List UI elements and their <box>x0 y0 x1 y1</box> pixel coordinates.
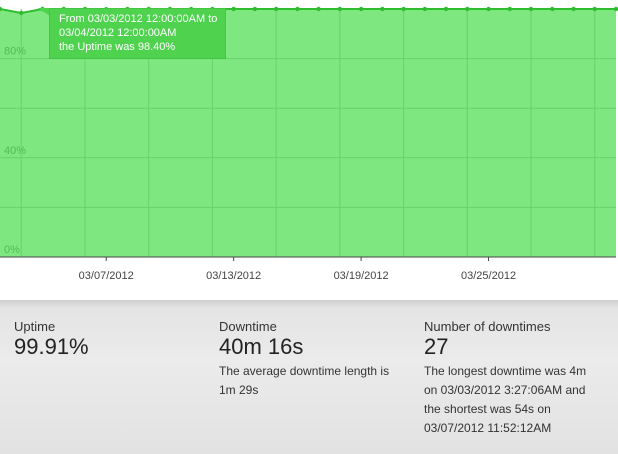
downtime-extremes-line-2: on 03/03/2012 3:27:06AM and <box>424 383 586 397</box>
downtime-extremes-line-1: The longest downtime was 4m <box>424 364 587 378</box>
x-tick-label: 03/19/2012 <box>334 270 389 282</box>
data-point <box>358 6 364 12</box>
stats-panel: Uptime 99.91% Downtime 40m 16s The avera… <box>0 300 618 454</box>
uptime-label: Uptime <box>14 319 56 334</box>
y-tick-label: 80% <box>4 46 26 58</box>
data-point <box>401 6 406 12</box>
x-tick-label: 03/13/2012 <box>206 270 261 282</box>
chart-tooltip: From 03/03/2012 12:00:00AM to 03/04/2012… <box>49 8 226 59</box>
tooltip-line-1: From 03/03/2012 12:00:00AM to <box>59 13 218 25</box>
data-point <box>528 6 534 12</box>
downtime-average-note: The average downtime length is 1m 29s <box>219 362 389 400</box>
uptime-value: 99.91% <box>14 334 89 359</box>
data-point <box>273 6 279 12</box>
downtime-extremes-line-3: the shortest was 54s on <box>424 402 551 416</box>
y-tick-label: 0% <box>4 244 20 256</box>
data-point <box>231 6 236 12</box>
downtime-count-stat: Number of downtimes 27 The longest downt… <box>424 320 586 438</box>
downtime-count-value: 27 <box>424 334 449 359</box>
downtime-label: Downtime <box>219 319 277 334</box>
downtime-extremes-line-4: 03/07/2012 11:52:12AM <box>424 421 552 435</box>
data-point <box>337 6 343 12</box>
data-point <box>19 10 24 16</box>
data-point <box>295 6 300 12</box>
y-tick-label: 40% <box>4 145 26 157</box>
data-point <box>380 6 385 12</box>
tooltip-line-3: the Uptime was 98.40% <box>59 41 176 53</box>
data-point <box>613 6 618 12</box>
x-tick-label: 03/07/2012 <box>79 270 134 282</box>
chart-x-ticks: 03/07/2012 03/13/2012 03/19/2012 03/25/2012 <box>0 256 616 282</box>
data-point <box>486 6 491 12</box>
downtime-note-line-1: The average downtime length is <box>219 364 390 378</box>
data-point <box>465 6 470 12</box>
tooltip-line-2: 03/04/2012 12:00:00AM <box>59 27 177 39</box>
downtime-stat: Downtime 40m 16s The average downtime le… <box>219 320 389 400</box>
data-point <box>422 6 428 12</box>
data-point <box>443 6 449 12</box>
data-point <box>252 6 258 12</box>
downtime-value: 40m 16s <box>219 334 304 359</box>
x-tick-label: 03/25/2012 <box>461 270 516 282</box>
data-point <box>592 6 597 12</box>
data-point <box>571 6 576 12</box>
data-point <box>550 6 555 12</box>
downtime-count-label: Number of downtimes <box>424 319 551 334</box>
data-point <box>316 6 321 12</box>
downtime-note-line-2: 1m 29s <box>219 383 259 397</box>
downtime-extremes-note: The longest downtime was 4m on 03/03/201… <box>424 362 586 438</box>
uptime-report: 0% 40% 80% 03/07/2012 03/13/2012 03/19/2012 0… <box>0 0 618 454</box>
data-point <box>507 6 512 12</box>
uptime-stat: Uptime 99.91% <box>14 320 89 359</box>
